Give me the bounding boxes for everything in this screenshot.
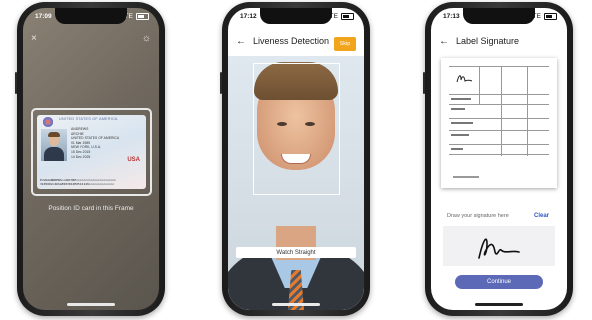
- scan-caption: Position ID card in this Frame: [48, 205, 134, 212]
- screen-signature: 17:13 LTE ← Label Signature Draw your si…: [431, 8, 567, 310]
- phone-liveness: 17:12 LTE ← Liveness Detection Skip Watc…: [220, 2, 370, 316]
- signature-drawing: [478, 238, 520, 259]
- clear-button[interactable]: Clear: [534, 213, 549, 219]
- skip-button[interactable]: Skip: [334, 37, 356, 51]
- back-arrow-icon[interactable]: ←: [236, 36, 248, 47]
- seal-icon: [41, 117, 55, 127]
- screen-id-scan: 17:09 LTE × ☼ UNITED STATES OF AMERICA A…: [23, 8, 159, 310]
- document-signature-mark: [456, 75, 473, 83]
- home-indicator[interactable]: [67, 303, 115, 306]
- continue-button[interactable]: Continue: [455, 275, 543, 289]
- notch: [55, 8, 127, 24]
- notch: [463, 8, 535, 24]
- id-card-header: UNITED STATES OF AMERICA: [59, 117, 118, 121]
- phone-signature: 17:13 LTE ← Label Signature Draw your si…: [423, 2, 573, 316]
- document-preview: [441, 58, 557, 188]
- signature-pad[interactable]: [443, 226, 555, 266]
- id-country-mark: USA: [127, 157, 140, 163]
- page-title: Liveness Detection: [253, 36, 330, 46]
- phone-id-scan: 17:09 LTE × ☼ UNITED STATES OF AMERICA A…: [15, 2, 165, 316]
- flash-icon[interactable]: ☼: [142, 33, 151, 44]
- screen-liveness: 17:12 LTE ← Liveness Detection Skip Watc…: [228, 8, 364, 310]
- back-arrow-icon[interactable]: ←: [439, 36, 451, 47]
- id-card-fields: ANDREWS ARCHIE UNITED STATES OF AMERICA …: [71, 127, 140, 159]
- status-time: 17:12: [240, 13, 257, 20]
- battery-icon: [544, 13, 557, 20]
- battery-icon: [341, 13, 354, 20]
- notch: [260, 8, 332, 24]
- home-indicator[interactable]: [475, 303, 523, 306]
- liveness-instruction: Watch Straight: [236, 247, 356, 258]
- face-guide-frame: [253, 63, 340, 195]
- id-card-photo: [41, 129, 67, 161]
- status-time: 17:09: [35, 13, 52, 20]
- battery-icon: [136, 13, 149, 20]
- page-title: Label Signature: [456, 36, 520, 46]
- nav-bar: ← Label Signature: [431, 32, 567, 50]
- status-time: 17:13: [443, 13, 460, 20]
- id-card-frame: UNITED STATES OF AMERICA ANDREWS ARCHIE …: [31, 108, 152, 196]
- home-indicator[interactable]: [272, 303, 320, 306]
- close-icon[interactable]: ×: [31, 33, 37, 44]
- id-mrz: P<USAANDREWS<<ARCHIE<<<<<<<<<<<<<<<<<<<<…: [40, 179, 116, 187]
- signature-instruction: Draw your signature here: [447, 213, 509, 219]
- id-card-image: UNITED STATES OF AMERICA ANDREWS ARCHIE …: [37, 115, 146, 189]
